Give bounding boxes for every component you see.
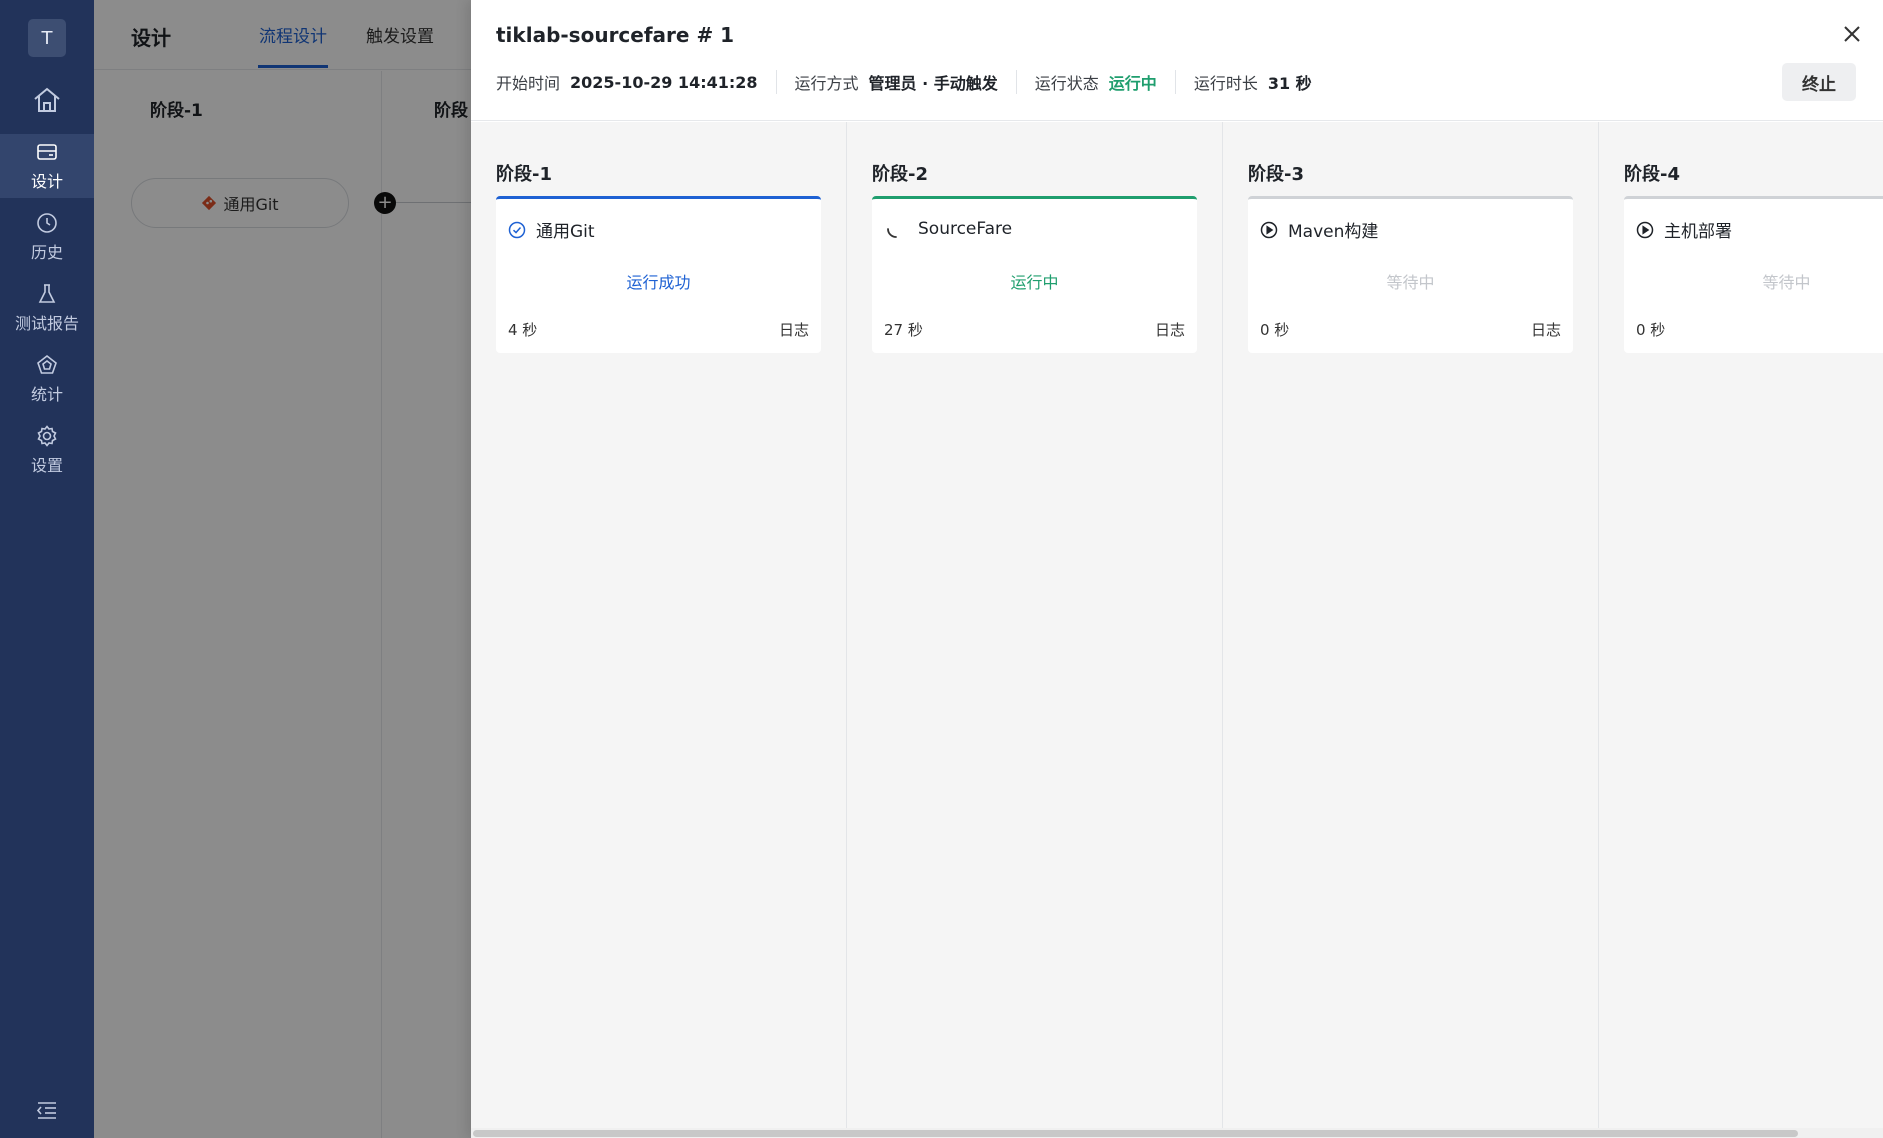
home-icon [34,87,60,112]
task-name: 主机部署 [1664,222,1732,242]
stage-column: 阶段-2 SourceFare 运行中 27 秒 日志 [847,122,1223,1128]
task-header: 主机部署 [1636,217,1732,242]
stage-column: 阶段-1 通用Git 运行成功 4 秒 日志 [471,122,847,1128]
check-circle-icon [508,221,526,238]
close-button[interactable] [1838,20,1866,48]
stage-title: 阶段-3 [1248,164,1304,185]
run-meta: 开始时间 2025-10-29 14:41:28 运行方式 管理员 · 手动触发… [496,70,1330,94]
scrollbar-thumb[interactable] [473,1130,1798,1137]
meta-run-mode: 运行方式 管理员 · 手动触发 [775,70,1016,94]
statistics-icon [37,354,57,374]
task-name: SourceFare [918,219,1013,239]
stop-button[interactable]: 终止 [1782,63,1856,101]
task-footer: 27 秒 日志 [884,319,1185,340]
stage-title: 阶段-1 [496,164,552,185]
task-duration: 0 秒 [1636,321,1666,339]
status-badge: 运行中 [1108,74,1157,93]
home-button[interactable] [0,72,94,128]
meta-label: 开始时间 [496,74,561,93]
run-detail-drawer: tiklab-sourcefare # 1 开始时间 2025-10-29 14… [471,0,1883,1138]
sidebar-item-label: 统计 [30,385,63,404]
collapse-menu-icon[interactable] [35,1098,59,1122]
meta-start-time: 开始时间 2025-10-29 14:41:28 [496,70,776,94]
sidebar-item-design[interactable]: 设计 [0,134,94,198]
sidebar-item-label: 设计 [30,172,63,191]
meta-duration: 运行时长 31 秒 [1174,70,1330,94]
task-header: 通用Git [508,217,595,242]
history-icon [37,213,57,233]
sidebar-item-label: 测试报告 [14,314,79,333]
close-icon [1844,26,1860,42]
task-duration: 27 秒 [884,321,923,339]
sidebar-item-label: 历史 [30,243,63,262]
stage-title: 阶段-4 [1624,164,1680,185]
sidebar-item-statistics[interactable]: 统计 [0,347,94,411]
meta-value: 2025-10-29 14:41:28 [570,72,758,92]
loading-spinner-icon [887,228,897,238]
meta-value: 31 秒 [1267,74,1312,93]
task-footer: 4 秒 日志 [508,319,809,340]
meta-value: 管理员 · 手动触发 [868,74,998,93]
task-name: Maven构建 [1288,222,1379,242]
design-icon [37,144,57,160]
task-card[interactable]: SourceFare 运行中 27 秒 日志 [872,196,1197,353]
sidebar-item-label: 设置 [30,456,63,475]
sidebar: T 设计 历史 测试报告 统计 设置 [0,0,94,1138]
meta-label: 运行时长 [1193,74,1258,93]
task-header: SourceFare [884,217,1012,241]
task-duration: 4 秒 [508,321,538,339]
drawer-title: tiklab-sourcefare # 1 [496,23,735,47]
log-link[interactable]: 日志 [779,319,809,340]
avatar[interactable]: T [28,19,66,57]
stage-column: 阶段-3 Maven构建 等待中 0 秒 日志 [1223,122,1599,1128]
settings-icon [37,425,57,447]
meta-label: 运行方式 [794,74,859,93]
task-status: 运行中 [1010,273,1059,292]
horizontal-scrollbar[interactable] [471,1128,1883,1138]
sidebar-item-settings[interactable]: 设置 [0,418,94,482]
drawer-header: tiklab-sourcefare # 1 开始时间 2025-10-29 14… [471,0,1883,121]
task-card[interactable]: 主机部署 等待中 0 秒 [1624,196,1883,353]
task-header: Maven构建 [1260,217,1378,242]
log-link[interactable]: 日志 [1155,319,1185,340]
task-footer: 0 秒 [1636,319,1883,340]
task-name: 通用Git [536,222,595,242]
stage-title: 阶段-2 [872,164,928,185]
sidebar-item-history[interactable]: 历史 [0,205,94,269]
task-card[interactable]: Maven构建 等待中 0 秒 日志 [1248,196,1573,353]
log-link[interactable]: 日志 [1531,319,1561,340]
stage-column: 阶段-4 主机部署 等待中 0 秒 [1599,122,1883,1128]
play-circle-icon [1636,221,1654,238]
task-footer: 0 秒 日志 [1260,319,1561,340]
test-report-icon [38,284,56,303]
play-circle-icon [1260,221,1278,238]
task-status: 等待中 [1762,273,1811,292]
meta-label: 运行状态 [1034,74,1099,93]
task-status: 等待中 [1386,273,1435,292]
task-status: 运行成功 [626,273,691,292]
task-duration: 0 秒 [1260,321,1290,339]
meta-run-status: 运行状态 运行中 [1015,70,1175,94]
task-card[interactable]: 通用Git 运行成功 4 秒 日志 [496,196,821,353]
sidebar-item-test-report[interactable]: 测试报告 [0,276,94,340]
stages-board: 阶段-1 通用Git 运行成功 4 秒 日志 阶段-2 SourceFare 运… [471,122,1883,1128]
